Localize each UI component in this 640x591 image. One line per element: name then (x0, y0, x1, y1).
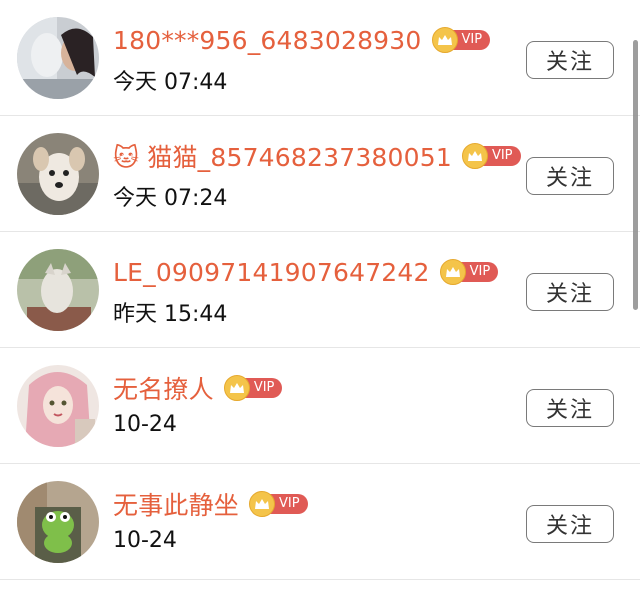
name-line: 无事此静坐 VIP (113, 484, 308, 524)
avatar[interactable] (17, 17, 99, 99)
vip-badge: VIP (431, 27, 491, 53)
list-item[interactable]: 无名撩人 VIP 10-24 关注 (0, 348, 640, 464)
timestamp: 10-24 (113, 412, 177, 437)
vip-badge: VIP (439, 259, 499, 285)
user-name[interactable]: 无事此静坐 (113, 486, 239, 522)
avatar-image (17, 481, 99, 563)
vip-badge: VIP (249, 491, 308, 517)
crown-icon (431, 27, 458, 53)
cat-emoji-icon: 🐱 (113, 143, 140, 172)
avatar[interactable] (17, 365, 99, 447)
user-name[interactable]: LE_09097141907647242 (113, 258, 430, 287)
user-name[interactable]: 180***956_6483028930 (113, 26, 422, 55)
follow-button[interactable]: 关注 (526, 389, 614, 427)
user-name-text: 猫猫_857468237380051 (147, 143, 452, 172)
follow-button[interactable]: 关注 (526, 41, 614, 79)
timestamp: 今天 07:44 (113, 70, 228, 95)
crown-icon (439, 259, 466, 285)
scrollbar[interactable] (633, 40, 638, 310)
avatar-image (17, 249, 99, 331)
avatar[interactable] (17, 481, 99, 563)
crown-icon (223, 375, 250, 401)
user-name[interactable]: 无名撩人 (113, 370, 214, 406)
avatar-image (17, 133, 99, 215)
follow-button[interactable]: 关注 (526, 157, 614, 195)
timestamp: 10-24 (113, 528, 177, 553)
list-item[interactable]: 180***956_6483028930 VIP 今天 07:44 关注 (0, 0, 640, 116)
avatar-image (17, 365, 99, 447)
user-name[interactable]: 🐱 猫猫_857468237380051 (113, 138, 452, 174)
list-item[interactable]: 🐱 猫猫_857468237380051 VIP 今天 07:24 关注 (0, 116, 640, 232)
crown-icon (461, 143, 488, 169)
list-item[interactable]: 无事此静坐 VIP 10-24 关注 (0, 464, 640, 580)
follow-list: 180***956_6483028930 VIP 今天 07:44 关注 🐱 猫… (0, 0, 640, 591)
avatar[interactable] (17, 249, 99, 331)
name-line: LE_09097141907647242 VIP (113, 252, 499, 292)
crown-icon (249, 491, 276, 517)
name-line: 180***956_6483028930 VIP (113, 20, 491, 60)
list-item[interactable]: LE_09097141907647242 VIP 昨天 15:44 关注 (0, 232, 640, 348)
vip-badge: VIP (223, 375, 283, 401)
vip-badge: VIP (461, 143, 521, 169)
follow-button[interactable]: 关注 (526, 505, 614, 543)
name-line: 无名撩人 VIP (113, 368, 283, 408)
timestamp: 今天 07:24 (113, 186, 228, 211)
name-line: 🐱 猫猫_857468237380051 VIP (113, 136, 521, 176)
timestamp: 昨天 15:44 (113, 302, 228, 327)
avatar[interactable] (17, 133, 99, 215)
follow-button[interactable]: 关注 (526, 273, 614, 311)
avatar-image (17, 17, 99, 99)
